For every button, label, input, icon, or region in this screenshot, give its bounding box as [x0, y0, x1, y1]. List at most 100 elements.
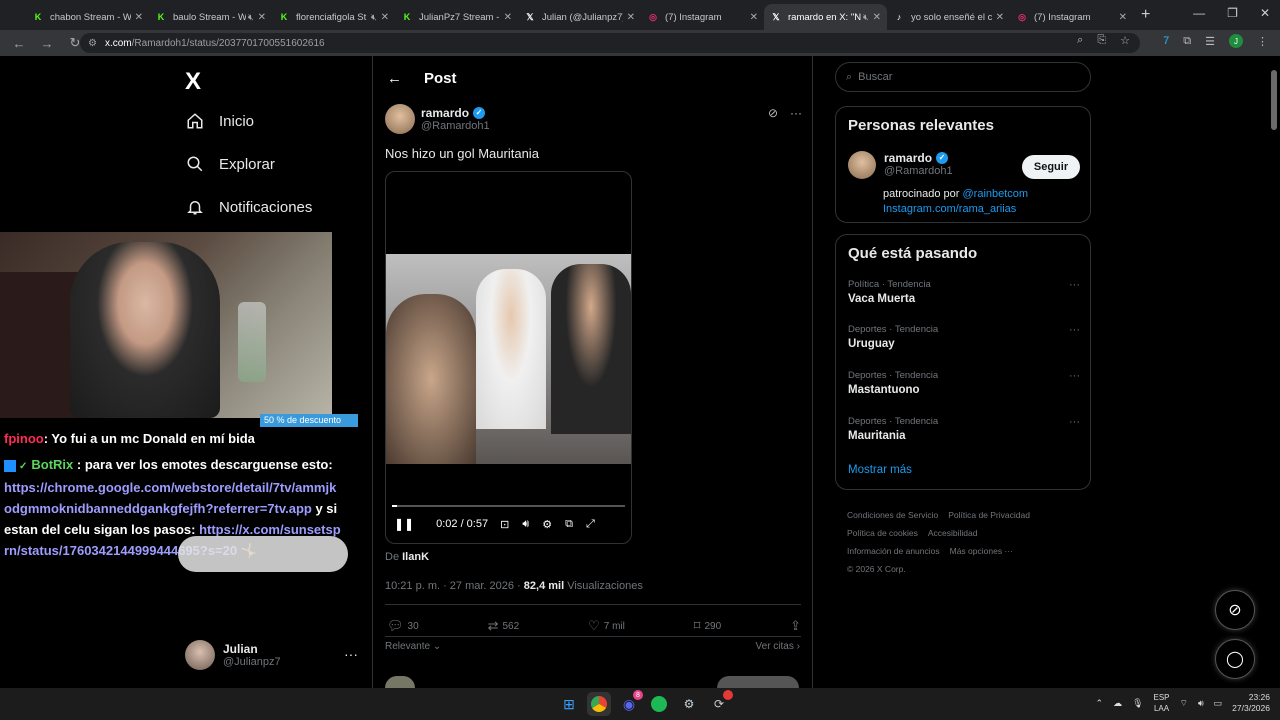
more-icon[interactable]: ··· — [1069, 370, 1080, 382]
tab-muted-icon[interactable]: 🔇︎ — [371, 12, 377, 23]
tab-close-icon[interactable]: ✕ — [135, 12, 143, 23]
tab-muted-icon[interactable]: 🔇︎ — [863, 12, 869, 23]
profile-avatar-icon[interactable]: J — [1229, 34, 1243, 48]
search-input[interactable]: ⌕ Buscar — [835, 62, 1091, 92]
tab-close-icon[interactable]: ✕ — [873, 12, 881, 23]
bio-url-link[interactable]: Instagram.com/rama_ariias — [883, 203, 1016, 215]
browser-tab[interactable]: 𝕏 Julian (@Julianpz7) / ✕ — [518, 4, 641, 30]
video-player[interactable]: ❚❚ 0:02 / 0:57 ⊡ 🔊︎ ⚙ ⧉ ⤢ — [385, 171, 632, 544]
tab-close-icon[interactable]: ✕ — [750, 12, 758, 23]
footer-link[interactable]: Accesibilidad — [928, 528, 978, 538]
more-icon[interactable]: ··· — [790, 106, 802, 120]
speaker-icon[interactable]: 🔊︎ — [1198, 698, 1204, 709]
spotify-icon[interactable] — [647, 692, 671, 716]
site-info-icon[interactable]: ⚙ — [88, 38, 97, 49]
more-icon[interactable]: ··· — [344, 646, 358, 662]
sort-dropdown[interactable]: Relevante ⌄ — [385, 641, 441, 652]
footer-link[interactable]: Política de cookies — [847, 528, 918, 538]
wifi-icon[interactable]: ⌔ — [1180, 698, 1188, 709]
browser-tab[interactable]: K JulianPz7 Stream - Ki ✕ — [395, 4, 518, 30]
chevron-up-icon[interactable]: ⌃ — [1096, 698, 1104, 709]
tab-close-icon[interactable]: ✕ — [1119, 12, 1127, 23]
forward-icon[interactable]: → — [38, 36, 56, 51]
browser-menu-icon[interactable]: ⋮ — [1257, 35, 1268, 48]
reading-list-icon[interactable]: ☰ — [1205, 35, 1215, 48]
user-handle[interactable]: @Ramardoh1 — [884, 165, 953, 177]
nav-item-home[interactable]: Inicio — [185, 111, 254, 131]
grok-icon[interactable]: ⊘ — [768, 106, 778, 120]
post-timestamp[interactable]: 10:21 p. m. · 27 mar. 2026 · — [385, 580, 524, 592]
footer-link[interactable]: Más opciones ··· — [950, 546, 1013, 556]
zoom-icon[interactable]: ⌕ — [1077, 34, 1083, 47]
minimize-icon[interactable]: — — [1193, 6, 1205, 20]
nav-item-explore[interactable]: Explorar — [185, 154, 275, 174]
footer-link[interactable]: Condiciones de Servicio — [847, 510, 938, 520]
browser-tab[interactable]: ◎ (7) Instagram ✕ — [641, 4, 764, 30]
cloud-icon[interactable]: ☁ — [1113, 698, 1122, 709]
language-indicator[interactable]: ESP LAA — [1154, 692, 1170, 714]
settings-icon[interactable]: ⚙ — [542, 518, 552, 531]
back-icon[interactable]: ← — [10, 36, 28, 51]
user-name[interactable]: ramardo — [884, 151, 932, 165]
close-window-icon[interactable]: ✕ — [1260, 6, 1270, 20]
reply-button[interactable]: 💬︎ 30 — [387, 618, 419, 634]
messages-fab-icon[interactable]: ◯ — [1215, 639, 1255, 679]
repost-button[interactable]: ⇄ 562 — [488, 618, 520, 634]
extensions-icon[interactable]: ⧉ — [1183, 35, 1191, 48]
tab-close-icon[interactable]: ✕ — [504, 12, 512, 23]
captions-icon[interactable]: ⊡ — [500, 518, 509, 531]
page-scrollbar[interactable] — [1270, 58, 1278, 686]
author-handle[interactable]: @Ramardoh1 — [421, 120, 490, 132]
footer-link[interactable]: Información de anuncios — [847, 546, 940, 556]
grok-fab-icon[interactable]: ⊘ — [1215, 590, 1255, 630]
share-button[interactable]: ⇪ — [790, 618, 801, 634]
browser-tab[interactable]: Kflorenciafigola St 🔇︎ ✕ — [272, 4, 395, 30]
new-tab-button[interactable]: + — [1141, 6, 1150, 24]
show-more-link[interactable]: Mostrar más — [848, 464, 912, 476]
bookmark-button[interactable]: ⌑ 290 — [694, 618, 721, 634]
bio-mention-link[interactable]: @rainbetcom — [963, 188, 1029, 200]
avatar[interactable] — [385, 104, 415, 134]
url-field[interactable]: ⚙ x.com/Ramardoh1/status/203770170055160… — [80, 33, 1140, 53]
author-name[interactable]: ramardo — [421, 106, 469, 120]
battery-icon[interactable]: ▭ — [1214, 698, 1223, 709]
reply-submit-button[interactable] — [717, 676, 799, 688]
tab-close-icon[interactable]: ✕ — [627, 12, 635, 23]
browser-tab[interactable]: Kchabon Stream - Wa ✕ — [26, 4, 149, 30]
pip-icon[interactable]: ⧉ — [565, 518, 573, 531]
more-icon[interactable]: ··· — [1069, 416, 1080, 428]
trend-item[interactable]: Política · Tendencia Vaca Muerta ··· — [848, 279, 1080, 305]
browser-tab[interactable]: ♪ yo solo enseñé el cor ✕ — [887, 4, 1010, 30]
volume-icon[interactable]: 🔊︎ — [522, 518, 529, 531]
browser-tab[interactable]: 𝕏ramardo en X: "N 🔇︎ ✕ — [764, 4, 887, 30]
tab-close-icon[interactable]: ✕ — [381, 12, 389, 23]
account-switcher[interactable]: Julian @Julianpz7 — [185, 640, 281, 670]
trend-item[interactable]: Deportes · Tendencia Mastantuono ··· — [848, 370, 1080, 396]
more-icon[interactable]: ··· — [1069, 279, 1080, 291]
trend-item[interactable]: Deportes · Tendencia Mauritania ··· — [848, 416, 1080, 442]
scrollbar-thumb[interactable] — [1271, 70, 1277, 130]
extension-7tv-icon[interactable]: 7 — [1163, 35, 1169, 47]
tab-close-icon[interactable]: ✕ — [996, 12, 1004, 23]
discord-icon[interactable]: ◉ 8 — [617, 690, 643, 716]
tab-close-icon[interactable]: ✕ — [258, 12, 266, 23]
windows-start-icon[interactable]: ⊞ — [557, 692, 581, 716]
restore-icon[interactable]: ❐ — [1227, 6, 1238, 20]
avatar[interactable] — [848, 151, 876, 179]
pause-icon[interactable]: ❚❚ — [394, 517, 414, 531]
post-author[interactable]: ramardo ✓ @Ramardoh1 — [385, 104, 490, 134]
quotes-link[interactable]: Ver citas › — [756, 641, 800, 652]
back-arrow-icon[interactable]: ← — [387, 70, 402, 87]
fullscreen-icon[interactable]: ⤢ — [586, 518, 595, 531]
clock[interactable]: 23:26 27/3/2026 — [1232, 692, 1270, 714]
browser-tab[interactable]: ◎ (7) Instagram ✕ — [1010, 4, 1133, 30]
like-button[interactable]: ♡ 7 mil — [588, 618, 625, 634]
steam-icon[interactable]: ⚙ — [677, 692, 701, 716]
x-logo-icon[interactable]: X — [185, 68, 201, 96]
more-icon[interactable]: ··· — [1069, 324, 1080, 336]
browser-tab[interactable]: Kbaulo Stream - W 🔇︎ ✕ — [149, 4, 272, 30]
follow-button[interactable]: Seguir — [1022, 155, 1080, 179]
trend-item[interactable]: Deportes · Tendencia Uruguay ··· — [848, 324, 1080, 350]
credit-name[interactable]: IlanK — [402, 551, 429, 563]
chrome-icon[interactable] — [587, 692, 611, 716]
